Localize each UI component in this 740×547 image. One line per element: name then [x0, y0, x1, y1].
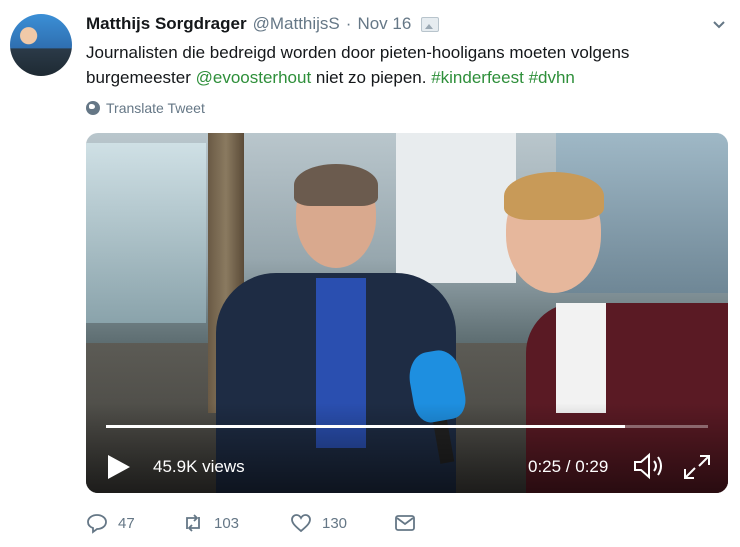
hashtag-link[interactable]: #kinderfeest [431, 68, 524, 87]
fullscreen-icon[interactable] [682, 453, 712, 481]
retweet-icon [186, 514, 200, 532]
video-player[interactable]: 45.9K views 0:25 / 0:29 [86, 133, 728, 493]
volume-icon[interactable] [632, 451, 666, 481]
like-icon [291, 514, 311, 533]
separator: · [345, 14, 352, 33]
avatar[interactable] [10, 14, 72, 76]
reply-icon [87, 514, 107, 534]
author-handle[interactable]: @MatthijsS [253, 14, 340, 34]
reply-button[interactable]: 47 [86, 512, 182, 534]
message-icon [395, 515, 415, 531]
chevron-down-icon[interactable] [712, 18, 726, 32]
reply-count: 47 [118, 514, 135, 532]
author-name[interactable]: Matthijs Sorgdrager [86, 14, 247, 34]
tweet-text-part: niet zo piepen. [311, 68, 432, 87]
tweet-date[interactable]: Nov 16 [357, 14, 411, 34]
hashtag-link[interactable]: #dvhn [529, 68, 575, 87]
tweet-actions: 47 103 130 [86, 512, 416, 534]
like-count: 130 [322, 514, 348, 532]
mention-link[interactable]: @evoosterhout [196, 68, 312, 87]
photo-icon [421, 16, 440, 32]
like-button[interactable]: 130 [290, 512, 394, 534]
play-icon[interactable] [108, 455, 130, 479]
video-progress-fill [106, 425, 625, 428]
video-scene-building [86, 143, 206, 323]
tweet-text: Journalisten die bedreigd worden door pi… [86, 40, 696, 90]
view-count: 45.9K views [153, 457, 245, 476]
direct-message-button[interactable] [394, 512, 416, 534]
globe-icon [86, 101, 100, 115]
translate-label: Translate Tweet [106, 100, 205, 116]
retweet-count: 103 [214, 514, 240, 532]
video-time: 0:25 / 0:29 [528, 457, 609, 476]
video-progress-bar[interactable] [106, 425, 708, 428]
retweet-button[interactable]: 103 [182, 512, 290, 534]
tweet-header: Matthijs Sorgdrager @MatthijsS · Nov 16 [86, 12, 440, 36]
translate-tweet-button[interactable]: Translate Tweet [86, 100, 205, 116]
